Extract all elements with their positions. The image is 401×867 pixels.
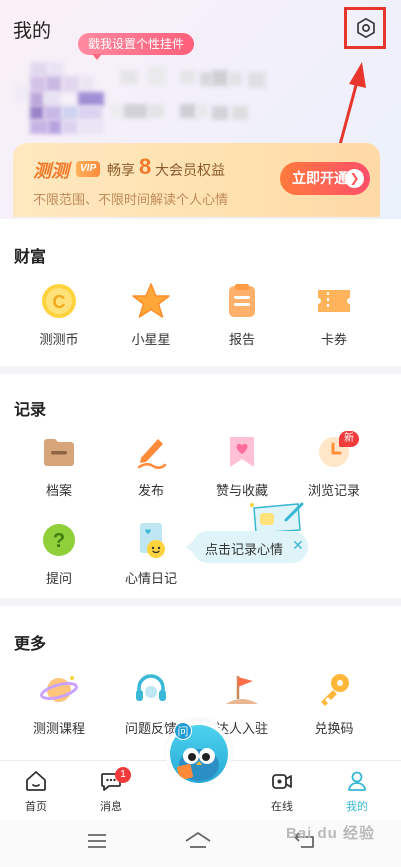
- records-item-ask[interactable]: ? 提问: [14, 520, 104, 587]
- tab-me[interactable]: 我的: [327, 769, 387, 814]
- gear-icon[interactable]: [355, 17, 377, 39]
- pen-icon: [137, 439, 167, 469]
- key-icon: [321, 674, 349, 706]
- new-badge: 新: [339, 431, 359, 447]
- home-gesture-icon[interactable]: [184, 830, 212, 850]
- records-item-history[interactable]: 浏览记录: [289, 432, 379, 499]
- vip-description: 不限范围、不限时间解读个人心情: [33, 192, 229, 207]
- section-title-wealth: 财富: [14, 249, 47, 266]
- tab-home[interactable]: 首页: [6, 769, 66, 814]
- more-item-label: 兑换码: [314, 721, 354, 736]
- page-title: 我的: [13, 21, 52, 42]
- records-section: 记录 档案 发布 赞与收藏 浏览记录 ? 提问 心情日记: [0, 374, 401, 598]
- wealth-item-report[interactable]: 报告: [197, 281, 287, 348]
- tooltip-text: 点击记录心情: [205, 542, 284, 557]
- records-item-likes-favorites[interactable]: 赞与收藏: [197, 432, 287, 499]
- wealth-item-star[interactable]: 小星星: [106, 281, 196, 348]
- records-item-publish[interactable]: 发布: [106, 432, 196, 499]
- user-icon: [348, 771, 366, 791]
- heart-bookmark-icon: [230, 437, 254, 467]
- records-item-label: 提问: [45, 571, 72, 586]
- section-title-more: 更多: [14, 636, 47, 653]
- records-item-mood-diary[interactable]: 心情日记: [106, 520, 196, 587]
- more-item-label: 测测课程: [32, 721, 85, 736]
- tab-messages[interactable]: 消息: [81, 769, 141, 814]
- flag-icon: [226, 676, 258, 704]
- chevron-right-icon: ❯: [345, 169, 364, 188]
- wealth-item-label: 卡券: [320, 332, 347, 347]
- diary-icon: [140, 523, 165, 558]
- wealth-section: 财富 C 测测币 小星星 报告 卡券: [0, 219, 401, 366]
- records-item-label: 赞与收藏: [215, 483, 268, 498]
- vip-banner[interactable]: 测测 VIP 畅享 8 大会员权益 不限范围、不限时间解读个人心情 立即开通 ❯: [13, 143, 380, 217]
- video-icon: [272, 774, 292, 789]
- watermark: Bai du 经验: [286, 825, 376, 842]
- svg-text:?: ?: [53, 530, 65, 552]
- tab-label: 我的: [346, 801, 368, 813]
- tab-online[interactable]: 在线: [252, 769, 312, 814]
- message-count-badge: 1: [115, 767, 131, 783]
- menu-icon[interactable]: [86, 832, 108, 850]
- mood-tooltip[interactable]: 点击记录心情 ✕: [186, 531, 308, 563]
- vip-enjoy-text: 畅享: [107, 162, 135, 178]
- wealth-item-coin[interactable]: C 测测币: [14, 281, 104, 348]
- records-item-label: 浏览记录: [307, 483, 360, 498]
- question-icon: ?: [43, 524, 75, 556]
- star-icon: [132, 283, 170, 318]
- ask-badge: 问: [174, 722, 192, 740]
- ticket-icon: [318, 290, 350, 312]
- planet-icon: [40, 676, 78, 702]
- coin-icon: C: [42, 284, 76, 318]
- pendant-bubble[interactable]: 戳我设置个性挂件: [78, 33, 195, 60]
- tab-label: 在线: [271, 801, 293, 813]
- close-icon[interactable]: ✕: [292, 537, 304, 554]
- vip-rights-text: 大会员权益: [155, 162, 225, 178]
- tab-label: 消息: [100, 801, 122, 813]
- records-item-label: 发布: [137, 483, 164, 498]
- records-item-label: 心情日记: [124, 571, 177, 586]
- tab-label: 首页: [25, 801, 47, 813]
- more-item-redeem-code[interactable]: 兑换码: [289, 670, 379, 737]
- vip-brand: 测测: [33, 161, 69, 181]
- vip-rights-count: 8: [139, 154, 152, 179]
- section-title-records: 记录: [14, 402, 47, 419]
- headset-icon: [136, 674, 166, 701]
- home-icon: [26, 771, 46, 791]
- records-item-archive[interactable]: 档案: [14, 432, 104, 499]
- vip-tag: VIP: [76, 161, 101, 177]
- svg-text:C: C: [53, 292, 66, 312]
- records-item-label: 档案: [45, 483, 72, 498]
- wealth-item-label: 测测币: [39, 332, 79, 347]
- wealth-item-ticket[interactable]: 卡券: [289, 281, 379, 348]
- report-icon: [229, 284, 255, 317]
- vip-open-label: 立即开通: [292, 170, 348, 186]
- vip-open-button[interactable]: 立即开通 ❯: [280, 162, 370, 195]
- more-item-courses[interactable]: 测测课程: [14, 670, 104, 737]
- wealth-item-label: 报告: [228, 332, 255, 347]
- folder-icon: [44, 439, 74, 466]
- wealth-item-label: 小星星: [131, 332, 171, 347]
